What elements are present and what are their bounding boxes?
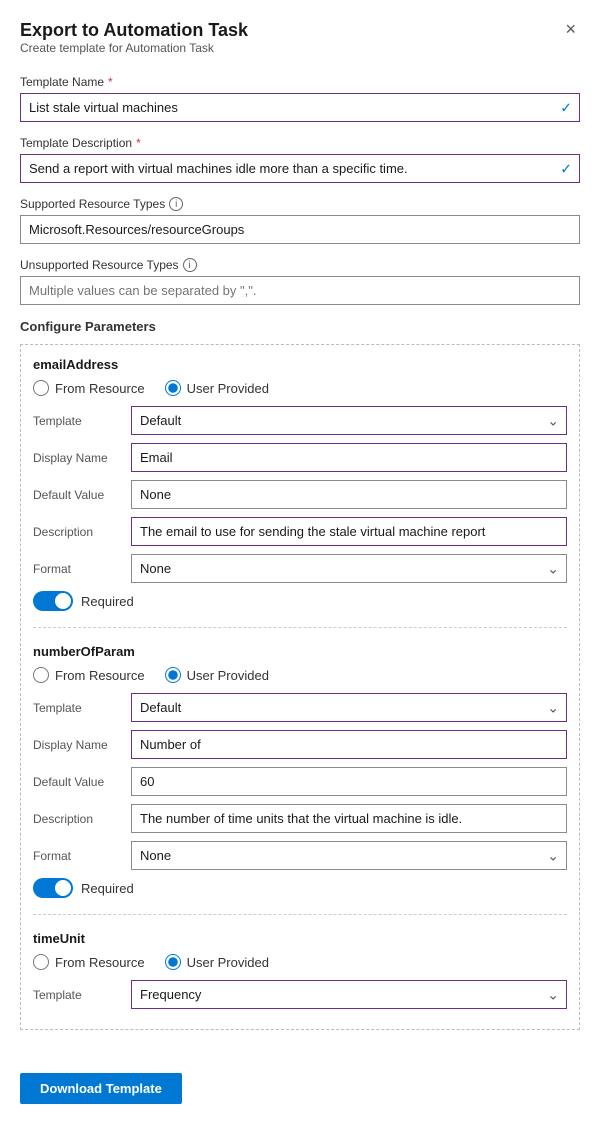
supported-resource-types-label: Supported Resource Types i	[20, 197, 580, 211]
template-name-input[interactable]	[20, 93, 580, 122]
unsupported-resource-types-input-wrapper	[20, 276, 580, 305]
email-display-name-control	[131, 443, 567, 472]
email-display-name-input[interactable]	[131, 443, 567, 472]
configure-parameters-group: Configure Parameters emailAddress From R…	[20, 319, 580, 1030]
email-default-value-row: Default Value	[33, 480, 567, 509]
numberof-description-input[interactable]	[131, 804, 567, 833]
timeunit-template-row: Template Default Email Frequency	[33, 980, 567, 1009]
close-button[interactable]: ×	[561, 20, 580, 38]
numberof-radio-group: From Resource User Provided	[33, 667, 567, 683]
numberof-required-toggle-container: Required	[33, 878, 567, 898]
timeunit-from-resource-radio[interactable]: From Resource	[33, 954, 145, 970]
unsupported-resource-types-input[interactable]	[20, 276, 580, 305]
numberof-from-resource-radio[interactable]: From Resource	[33, 667, 145, 683]
param-block-email: emailAddress From Resource User Provided…	[33, 357, 567, 628]
email-format-label: Format	[33, 562, 123, 576]
template-description-check-icon: ✓	[560, 160, 572, 177]
email-display-name-label: Display Name	[33, 451, 123, 465]
numberof-default-value-label: Default Value	[33, 775, 123, 789]
email-template-row: Template Default Email Frequency	[33, 406, 567, 435]
dialog-title: Export to Automation Task	[20, 20, 248, 41]
email-description-input[interactable]	[131, 517, 567, 546]
unsupported-resource-types-group: Unsupported Resource Types i	[20, 258, 580, 305]
email-default-value-control	[131, 480, 567, 509]
param-block-numberof: numberOfParam From Resource User Provide…	[33, 644, 567, 915]
email-default-value-input[interactable]	[131, 480, 567, 509]
template-name-group: Template Name * ✓	[20, 75, 580, 122]
numberof-default-value-row: Default Value	[33, 767, 567, 796]
timeunit-template-select[interactable]: Default Email Frequency	[131, 980, 567, 1009]
numberof-description-row: Description	[33, 804, 567, 833]
numberof-toggle-slider	[33, 878, 73, 898]
supported-resource-types-input[interactable]	[20, 215, 580, 244]
template-name-check-icon: ✓	[560, 99, 572, 116]
template-description-label: Template Description *	[20, 136, 580, 150]
email-radio-group: From Resource User Provided	[33, 380, 567, 396]
numberof-format-row: Format None Email URL	[33, 841, 567, 870]
export-dialog: Export to Automation Task Create templat…	[0, 0, 600, 1124]
numberof-description-label: Description	[33, 812, 123, 826]
numberof-display-name-input[interactable]	[131, 730, 567, 759]
email-default-value-label: Default Value	[33, 488, 123, 502]
numberof-display-name-label: Display Name	[33, 738, 123, 752]
template-description-input[interactable]	[20, 154, 580, 183]
email-description-label: Description	[33, 525, 123, 539]
email-description-row: Description	[33, 517, 567, 546]
timeunit-radio-group: From Resource User Provided	[33, 954, 567, 970]
timeunit-template-select-wrapper: Default Email Frequency	[131, 980, 567, 1009]
numberof-display-name-control	[131, 730, 567, 759]
numberof-template-row: Template Default Email Frequency	[33, 693, 567, 722]
configure-parameters-label: Configure Parameters	[20, 319, 580, 334]
numberof-default-value-control	[131, 767, 567, 796]
email-display-name-row: Display Name	[33, 443, 567, 472]
download-template-button[interactable]: Download Template	[20, 1073, 182, 1104]
numberof-template-select[interactable]: Default Email Frequency	[131, 693, 567, 722]
dialog-subtitle: Create template for Automation Task	[20, 41, 248, 55]
template-description-group: Template Description * ✓	[20, 136, 580, 183]
unsupported-resource-types-label: Unsupported Resource Types i	[20, 258, 580, 272]
param-block-timeunit: timeUnit From Resource User Provided Tem…	[33, 931, 567, 1009]
template-name-label: Template Name *	[20, 75, 580, 89]
supported-resource-types-input-wrapper	[20, 215, 580, 244]
email-required-label: Required	[81, 594, 134, 609]
email-toggle-slider	[33, 591, 73, 611]
numberof-template-label: Template	[33, 701, 123, 715]
dialog-header: Export to Automation Task Create templat…	[20, 20, 580, 71]
email-description-control	[131, 517, 567, 546]
email-template-select-wrapper: Default Email Frequency	[131, 406, 567, 435]
timeunit-user-provided-radio[interactable]: User Provided	[165, 954, 269, 970]
dialog-title-group: Export to Automation Task Create templat…	[20, 20, 248, 71]
param-name-email: emailAddress	[33, 357, 567, 372]
email-format-select-wrapper: None Email URL	[131, 554, 567, 583]
numberof-display-name-row: Display Name	[33, 730, 567, 759]
numberof-format-select-wrapper: None Email URL	[131, 841, 567, 870]
numberof-required-label: Required	[81, 881, 134, 896]
timeunit-template-label: Template	[33, 988, 123, 1002]
config-section: emailAddress From Resource User Provided…	[20, 344, 580, 1030]
param-name-numberof: numberOfParam	[33, 644, 567, 659]
required-star: *	[108, 75, 113, 89]
email-required-toggle-container: Required	[33, 591, 567, 611]
required-star-desc: *	[136, 136, 141, 150]
unsupported-resource-types-info-icon[interactable]: i	[183, 258, 197, 272]
template-name-input-wrapper: ✓	[20, 93, 580, 122]
template-description-input-wrapper: ✓	[20, 154, 580, 183]
numberof-format-label: Format	[33, 849, 123, 863]
numberof-format-select[interactable]: None Email URL	[131, 841, 567, 870]
email-user-provided-radio[interactable]: User Provided	[165, 380, 269, 396]
email-template-select[interactable]: Default Email Frequency	[131, 406, 567, 435]
numberof-user-provided-radio[interactable]: User Provided	[165, 667, 269, 683]
supported-resource-types-group: Supported Resource Types i	[20, 197, 580, 244]
email-format-select[interactable]: None Email URL	[131, 554, 567, 583]
numberof-required-toggle[interactable]	[33, 878, 73, 898]
email-template-label: Template	[33, 414, 123, 428]
numberof-description-control	[131, 804, 567, 833]
email-format-row: Format None Email URL	[33, 554, 567, 583]
email-from-resource-radio[interactable]: From Resource	[33, 380, 145, 396]
param-name-timeunit: timeUnit	[33, 931, 567, 946]
supported-resource-types-info-icon[interactable]: i	[169, 197, 183, 211]
email-required-toggle[interactable]	[33, 591, 73, 611]
numberof-template-select-wrapper: Default Email Frequency	[131, 693, 567, 722]
numberof-default-value-input[interactable]	[131, 767, 567, 796]
